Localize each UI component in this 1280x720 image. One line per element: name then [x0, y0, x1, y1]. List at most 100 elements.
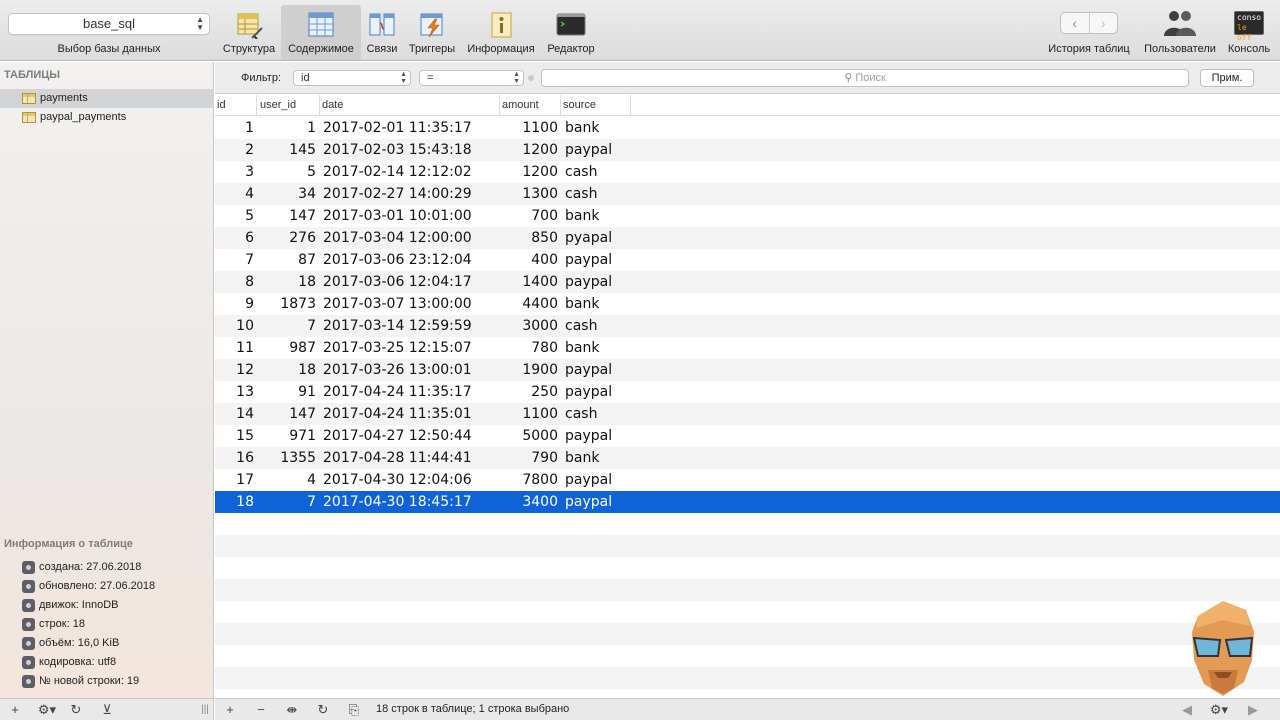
cell-user-id[interactable]: 147 — [259, 403, 316, 425]
cell-source[interactable]: bank — [565, 205, 665, 227]
cell-amount[interactable]: 1200 — [499, 161, 558, 183]
cell-date[interactable]: 2017-03-06 12:04:17 — [323, 271, 513, 293]
cell-date[interactable]: 2017-03-14 12:59:59 — [323, 315, 513, 337]
search-input[interactable]: ⚲ Поиск — [541, 69, 1189, 87]
cell-source[interactable]: paypal — [565, 249, 665, 271]
add-table-button[interactable]: + — [8, 701, 22, 718]
cell-source[interactable]: paypal — [565, 469, 665, 491]
cell-amount[interactable]: 1200 — [499, 139, 558, 161]
cell-id[interactable]: 9 — [215, 293, 254, 315]
cell-amount[interactable]: 790 — [499, 447, 558, 469]
cell-user-id[interactable]: 87 — [259, 249, 316, 271]
cell-amount[interactable]: 1300 — [499, 183, 558, 205]
cell-source[interactable]: paypal — [565, 139, 665, 161]
cell-id[interactable]: 17 — [215, 469, 254, 491]
cell-id[interactable]: 7 — [215, 249, 254, 271]
cell-source[interactable]: bank — [565, 117, 665, 139]
table-row[interactable]: 2 145 2017-02-03 15:43:18 1200 paypal — [215, 139, 1280, 161]
cell-id[interactable]: 1 — [215, 117, 254, 139]
cell-id[interactable]: 14 — [215, 403, 254, 425]
cell-source[interactable]: bank — [565, 337, 665, 359]
cell-source[interactable]: paypal — [565, 491, 665, 513]
users-button[interactable]: Пользователи — [1140, 5, 1220, 60]
cell-id[interactable]: 3 — [215, 161, 254, 183]
table-row[interactable]: 6 276 2017-03-04 12:00:00 850 pyapal — [215, 227, 1280, 249]
cell-user-id[interactable]: 5 — [259, 161, 316, 183]
table-row[interactable]: 14 147 2017-04-24 11:35:01 1100 cash — [215, 403, 1280, 425]
cell-amount[interactable]: 780 — [499, 337, 558, 359]
cell-user-id[interactable]: 1873 — [259, 293, 316, 315]
table-row[interactable]: 3 5 2017-02-14 12:12:02 1200 cash — [215, 161, 1280, 183]
cell-date[interactable]: 2017-04-30 12:04:06 — [323, 469, 513, 491]
cell-id[interactable]: 11 — [215, 337, 254, 359]
previous-page-icon[interactable]: ◀ — [1179, 701, 1195, 718]
cell-amount[interactable]: 3000 — [499, 315, 558, 337]
cell-source[interactable]: paypal — [565, 425, 665, 447]
filter-tables-icon[interactable]: ⊻ — [99, 701, 115, 718]
cell-amount[interactable]: 850 — [499, 227, 558, 249]
cell-amount[interactable]: 3400 — [499, 491, 558, 513]
cell-date[interactable]: 2017-04-28 11:44:41 — [323, 447, 513, 469]
cell-source[interactable]: cash — [565, 183, 665, 205]
database-select[interactable]: base_sql ▲ ▼ — [8, 13, 210, 35]
cell-source[interactable]: cash — [565, 403, 665, 425]
cell-id[interactable]: 12 — [215, 359, 254, 381]
cell-id[interactable]: 16 — [215, 447, 254, 469]
column-header-user-id[interactable]: user_id — [258, 95, 320, 115]
cell-amount[interactable]: 400 — [499, 249, 558, 271]
cell-amount[interactable]: 700 — [499, 205, 558, 227]
sidebar-item-payments[interactable]: payments — [0, 89, 214, 108]
cell-amount[interactable]: 7800 — [499, 469, 558, 491]
copy-icon[interactable]: ⎘ — [346, 701, 362, 718]
cell-user-id[interactable]: 18 — [259, 271, 316, 293]
cell-date[interactable]: 2017-04-27 12:50:44 — [323, 425, 513, 447]
table-row[interactable]: 4 34 2017-02-27 14:00:29 1300 cash — [215, 183, 1280, 205]
table-row[interactable]: 13 91 2017-04-24 11:35:17 250 paypal — [215, 381, 1280, 403]
table-row[interactable]: 9 1873 2017-03-07 13:00:00 4400 bank — [215, 293, 1280, 315]
cell-user-id[interactable]: 276 — [259, 227, 316, 249]
cell-date[interactable]: 2017-03-06 23:12:04 — [323, 249, 513, 271]
cell-date[interactable]: 2017-02-03 15:43:18 — [323, 139, 513, 161]
cell-date[interactable]: 2017-02-01 11:35:17 — [323, 117, 513, 139]
cell-id[interactable]: 6 — [215, 227, 254, 249]
cell-date[interactable]: 2017-02-27 14:00:29 — [323, 183, 513, 205]
cell-user-id[interactable]: 91 — [259, 381, 316, 403]
gear-icon[interactable]: ⚙▾ — [36, 701, 58, 718]
column-header-source[interactable]: source — [561, 95, 631, 115]
cell-source[interactable]: pyapal — [565, 227, 665, 249]
cell-date[interactable]: 2017-03-26 13:00:01 — [323, 359, 513, 381]
cell-amount[interactable]: 1900 — [499, 359, 558, 381]
table-history-button[interactable]: История таблиц — [1042, 5, 1136, 60]
cell-id[interactable]: 10 — [215, 315, 254, 337]
cell-user-id[interactable]: 1355 — [259, 447, 316, 469]
remove-row-button[interactable]: − — [254, 701, 268, 718]
content-button[interactable]: Содержимое — [281, 5, 361, 60]
table-row[interactable]: 11 987 2017-03-25 12:15:07 780 bank — [215, 337, 1280, 359]
cell-amount[interactable]: 1100 — [499, 403, 558, 425]
cell-user-id[interactable]: 1 — [259, 117, 316, 139]
info-button[interactable]: Информация — [464, 5, 538, 60]
cell-amount[interactable]: 4400 — [499, 293, 558, 315]
table-row[interactable]: 7 87 2017-03-06 23:12:04 400 paypal — [215, 249, 1280, 271]
cell-user-id[interactable]: 145 — [259, 139, 316, 161]
table-row[interactable]: 18 7 2017-04-30 18:45:17 3400 paypal — [215, 491, 1280, 513]
cell-source[interactable]: cash — [565, 161, 665, 183]
cell-amount[interactable]: 250 — [499, 381, 558, 403]
cell-date[interactable]: 2017-03-01 10:01:00 — [323, 205, 513, 227]
relations-button[interactable]: Связи — [362, 5, 402, 60]
structure-button[interactable]: Структура — [218, 5, 280, 60]
cell-user-id[interactable]: 7 — [259, 491, 316, 513]
cell-id[interactable]: 8 — [215, 271, 254, 293]
cell-date[interactable]: 2017-02-14 12:12:02 — [323, 161, 513, 183]
refresh-icon[interactable]: ↻ — [68, 701, 84, 718]
filter-operator-select[interactable]: = ▲ ▼ — [419, 70, 524, 86]
duplicate-row-icon[interactable]: ⇼ — [284, 701, 300, 718]
cell-id[interactable]: 15 — [215, 425, 254, 447]
console-button[interactable]: conso le off Консоль — [1224, 5, 1274, 60]
editor-button[interactable]: Редактор — [542, 5, 600, 60]
cell-source[interactable]: bank — [565, 293, 665, 315]
column-header-date[interactable]: date — [320, 95, 500, 115]
cell-source[interactable]: paypal — [565, 359, 665, 381]
cell-id[interactable]: 18 — [215, 491, 254, 513]
cell-user-id[interactable]: 971 — [259, 425, 316, 447]
